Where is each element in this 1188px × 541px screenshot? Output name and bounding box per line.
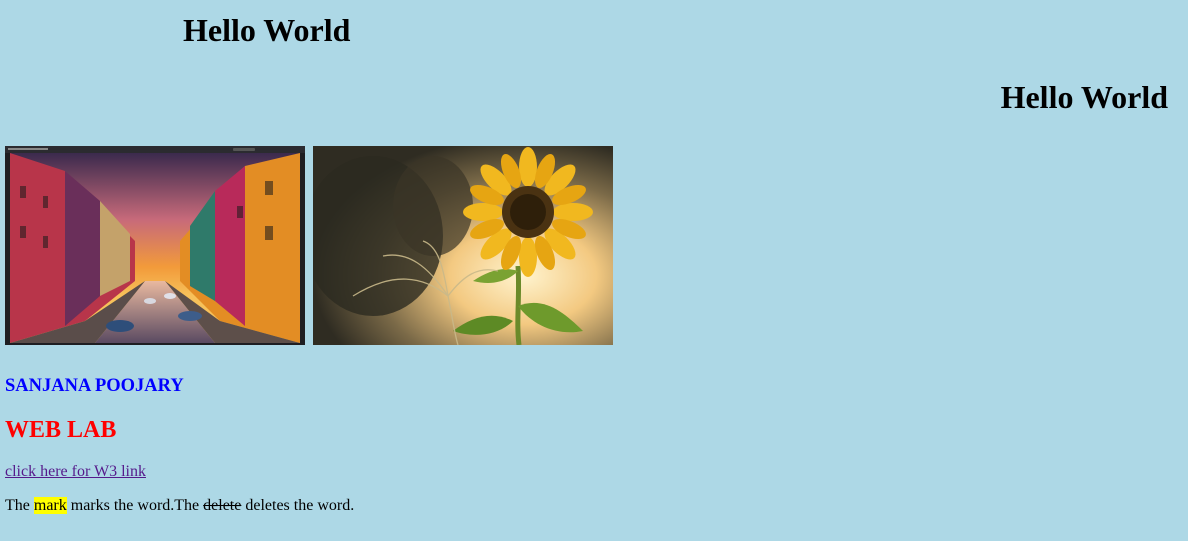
canal-photo-icon (5, 146, 305, 345)
w3-link[interactable]: click here for W3 link (5, 462, 146, 482)
paragraph-text-1: The (5, 497, 34, 514)
heading-center: Hello World (183, 12, 351, 48)
mark-word: mark (33, 497, 67, 514)
paragraph-text-3: deletes the word. (241, 497, 355, 514)
name-heading: SANJANA POOJARY (5, 376, 184, 396)
sunflower-image (313, 146, 613, 345)
paragraph-text-2: marks the word.The (66, 497, 204, 514)
lab-heading: WEB LAB (5, 417, 117, 443)
canal-image (5, 146, 305, 345)
sunflower-photo-icon (313, 146, 613, 345)
heading-right: Hello World (1000, 79, 1168, 115)
description-paragraph: The mark marks the word.The delete delet… (5, 496, 354, 516)
delete-word: delete (203, 497, 242, 514)
